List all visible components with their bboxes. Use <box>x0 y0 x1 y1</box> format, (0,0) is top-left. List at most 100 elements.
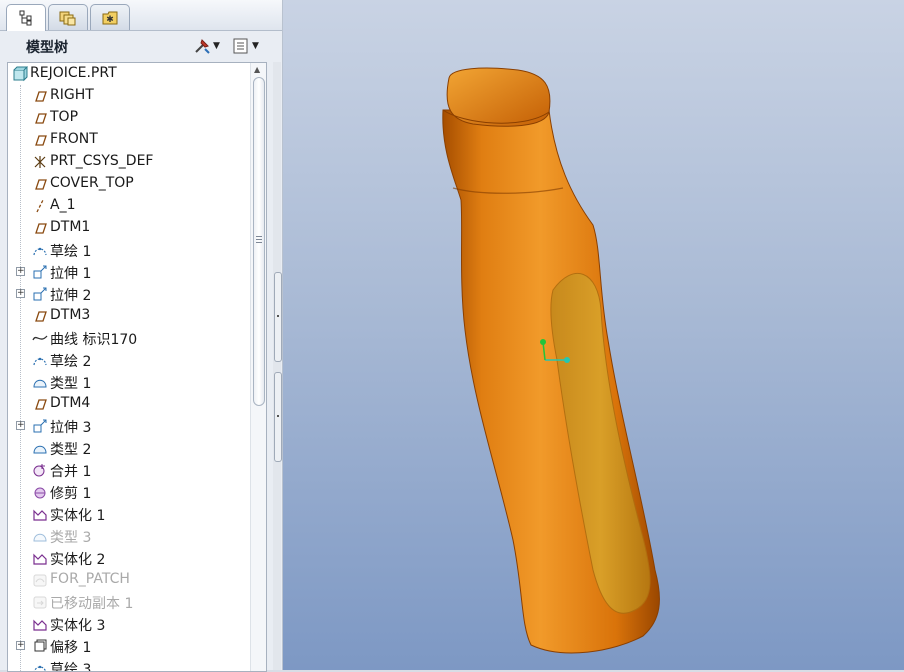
favorites-icon: ✱ <box>102 11 118 25</box>
tree-item-label: 偏移 1 <box>50 640 92 656</box>
tree-item[interactable]: 类型 3 <box>8 525 248 547</box>
tree-item-label: 修剪 1 <box>50 486 92 502</box>
curve-icon <box>32 335 48 341</box>
tree-item[interactable]: PRT_CSYS_DEF <box>8 151 248 173</box>
tree-scrollbar[interactable]: ▲ <box>250 63 266 671</box>
tree-item-label: 实体化 1 <box>50 508 106 524</box>
tree-item[interactable]: 已移动副本 1 <box>8 591 248 613</box>
bottle-cap <box>446 67 551 127</box>
svg-text:✱: ✱ <box>106 15 114 25</box>
tree-item-label: 类型 1 <box>50 376 92 392</box>
tab-folder-browser[interactable] <box>48 4 88 30</box>
tree-item[interactable]: 类型 2 <box>8 437 248 459</box>
navigator-panel: ✱ 模型树 ▼ ▼ REJOICE.PRT RIGHT TOP FRONT PR… <box>0 0 283 672</box>
tree-item[interactable]: COVER_TOP <box>8 173 248 195</box>
panel-splitter[interactable] <box>273 62 282 670</box>
tree-item-label: 拉伸 3 <box>50 420 92 436</box>
expand-icon[interactable]: + <box>16 289 25 298</box>
copy-surface-icon <box>33 574 47 587</box>
tree-columns-icon <box>233 38 248 54</box>
expand-handle[interactable] <box>274 372 282 462</box>
tree-item-label: COVER_TOP <box>50 175 134 191</box>
tree-item[interactable]: + 拉伸 2 <box>8 283 248 305</box>
tree-item-label: 类型 2 <box>50 442 92 458</box>
tree-item-label: 草绘 2 <box>50 354 92 370</box>
csys-icon <box>34 156 46 168</box>
tree-item[interactable]: + 偏移 1 <box>8 635 248 657</box>
tree-item[interactable]: FRONT <box>8 129 248 151</box>
graphics-viewport[interactable] <box>283 0 904 670</box>
tree-item-label: FOR_PATCH <box>50 571 130 587</box>
tree-root-label: REJOICE.PRT <box>30 65 117 81</box>
tree-settings-icon <box>195 39 210 54</box>
tree-item-label: 合并 1 <box>50 464 92 480</box>
extrude-icon <box>33 287 47 301</box>
tree-item[interactable]: 实体化 1 <box>8 503 248 525</box>
tree-item[interactable]: 类型 1 <box>8 371 248 393</box>
tree-columns-button[interactable]: ▼ <box>232 35 259 57</box>
solidify-icon <box>33 553 47 565</box>
tab-favorites[interactable]: ✱ <box>90 4 130 30</box>
tree-item-label: DTM4 <box>50 395 91 411</box>
chevron-down-icon: ▼ <box>213 41 220 51</box>
datum-plane-icon <box>35 135 47 146</box>
tree-item[interactable]: FOR_PATCH <box>8 569 248 591</box>
tree-item[interactable]: RIGHT <box>8 85 248 107</box>
tree-item-label: RIGHT <box>50 87 94 103</box>
expand-icon[interactable]: + <box>16 267 25 276</box>
tree-item-label: DTM3 <box>50 307 91 323</box>
model-tree-header: 模型树 ▼ ▼ <box>0 31 272 61</box>
model-tree: REJOICE.PRT RIGHT TOP FRONT PRT_CSYS_DEF COV… <box>7 62 267 672</box>
scroll-up-icon[interactable]: ▲ <box>254 65 260 74</box>
tree-item-label: 草绘 1 <box>50 244 92 260</box>
scroll-thumb[interactable] <box>253 77 265 406</box>
tree-settings-button[interactable]: ▼ <box>193 35 220 57</box>
tree-item[interactable]: TOP <box>8 107 248 129</box>
expand-icon[interactable]: + <box>16 641 25 650</box>
extrude-icon <box>33 265 47 279</box>
tree-item-label: 拉伸 1 <box>50 266 92 282</box>
sketch-icon <box>33 357 47 366</box>
tree-item[interactable]: 合并 1 <box>8 459 248 481</box>
collapse-handle[interactable] <box>274 272 282 362</box>
tab-model-tree[interactable] <box>6 4 46 31</box>
part-icon <box>13 66 28 82</box>
datum-plane-icon <box>35 113 47 124</box>
sketch-icon <box>33 665 47 671</box>
tree-item-label: TOP <box>50 109 79 125</box>
solidify-icon <box>33 619 47 631</box>
boundary-blend-icon <box>33 533 47 542</box>
datum-axis-icon <box>36 199 44 213</box>
tree-item[interactable]: 实体化 3 <box>8 613 248 635</box>
tree-item[interactable]: 草绘 1 <box>8 239 248 261</box>
tree-item[interactable]: 实体化 2 <box>8 547 248 569</box>
tree-item-label: FRONT <box>50 131 98 147</box>
datum-plane-icon <box>35 91 47 102</box>
tree-item[interactable]: DTM1 <box>8 217 248 239</box>
expand-icon[interactable]: + <box>16 421 25 430</box>
tree-item[interactable]: A_1 <box>8 195 248 217</box>
tree-item-label: 实体化 2 <box>50 552 106 568</box>
tree-item[interactable]: 草绘 2 <box>8 349 248 371</box>
navigator-tab-strip: ✱ <box>0 0 282 31</box>
boundary-blend-icon <box>33 379 47 388</box>
tree-item-label: A_1 <box>50 197 76 213</box>
model-tree-title: 模型树 <box>26 40 68 56</box>
tree-item[interactable]: 修剪 1 <box>8 481 248 503</box>
tree-item[interactable]: 曲线 标识170 <box>8 327 248 349</box>
merge-icon <box>33 464 45 477</box>
bottle-model[interactable] <box>283 0 904 670</box>
chevron-down-icon: ▼ <box>252 41 259 51</box>
extrude-icon <box>33 419 47 433</box>
offset-icon <box>34 639 47 652</box>
trim-icon <box>34 487 46 499</box>
tree-item[interactable]: + 拉伸 1 <box>8 261 248 283</box>
tree-item[interactable]: DTM4 <box>8 393 248 415</box>
tree-item-label: PRT_CSYS_DEF <box>50 153 154 169</box>
tree-root[interactable]: REJOICE.PRT <box>8 63 248 85</box>
tree-item[interactable]: + 拉伸 3 <box>8 415 248 437</box>
tree-item[interactable]: DTM3 <box>8 305 248 327</box>
tree-item-label: 拉伸 2 <box>50 288 92 304</box>
datum-plane-icon <box>35 311 47 322</box>
tree-item-label: 草绘 3 <box>50 662 92 672</box>
